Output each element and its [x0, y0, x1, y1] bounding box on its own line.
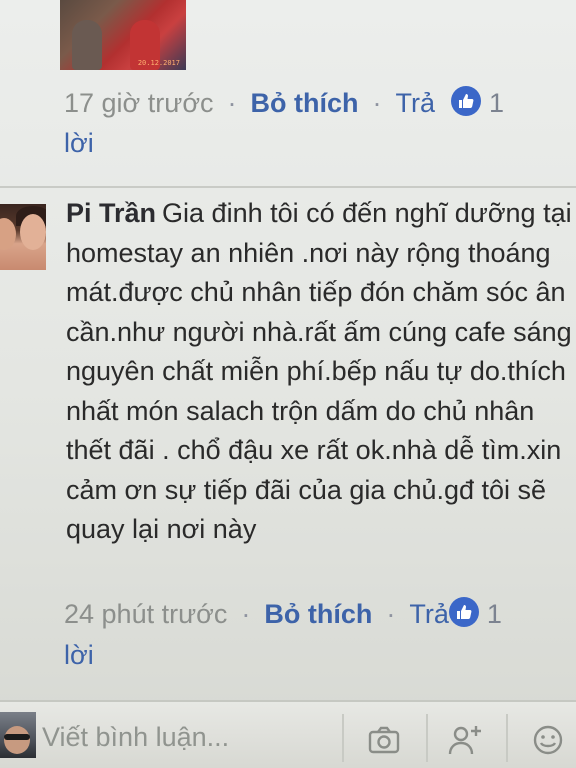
reply-button-wrap[interactable]: lời [64, 128, 94, 159]
unlike-button[interactable]: Bỏ thích [264, 599, 372, 629]
reply-button-wrap[interactable]: lời [64, 640, 94, 671]
smiley-icon[interactable] [530, 722, 566, 758]
avatar-face [0, 218, 16, 250]
avatar-glasses [4, 734, 30, 740]
comment-author[interactable]: Pi Trần [66, 198, 156, 228]
comment-composer: Viết bình luận... [0, 700, 576, 768]
separator-dot: · [227, 88, 237, 118]
comment-timestamp: 17 giờ trước [64, 88, 214, 118]
comment-input[interactable]: Viết bình luận... [42, 722, 229, 753]
photo-date-stamp: 20.12.2017 [137, 59, 180, 67]
like-thumb-icon [451, 86, 482, 116]
comment-text: Gia đinh tôi có đến nghĩ dưỡng tại homes… [66, 198, 572, 544]
comment-body: Pi Trần Gia đinh tôi có đến nghĩ dưỡng tạ… [66, 194, 574, 550]
separator-dot: · [241, 599, 251, 629]
reply-button[interactable]: Trả [396, 88, 436, 118]
previous-comment-photo[interactable]: 20.12.2017 [60, 0, 186, 70]
google-plus-icon[interactable] [448, 722, 484, 758]
avatar-face [4, 726, 30, 754]
unlike-button[interactable]: Bỏ thích [251, 88, 359, 118]
toolbar-separator [506, 714, 508, 762]
comment-meta: 24 phút trước · Bỏ thích · Trả 1 [64, 597, 502, 630]
photo-figure [72, 20, 102, 70]
previous-comment-meta: 17 giờ trước · Bỏ thích · Trả 1 [64, 86, 504, 119]
comment-timestamp: 24 phút trước [64, 599, 228, 629]
comment-divider [0, 186, 576, 188]
commenter-avatar[interactable] [0, 204, 46, 270]
toolbar-separator [426, 714, 428, 762]
reply-button[interactable]: Trả [409, 599, 449, 629]
camera-icon[interactable] [366, 722, 402, 758]
like-count[interactable]: 1 [487, 599, 502, 629]
toolbar-separator [342, 714, 344, 762]
like-count[interactable]: 1 [489, 88, 504, 118]
user-avatar [0, 712, 36, 758]
separator-dot: · [386, 599, 396, 629]
avatar-face [20, 214, 46, 250]
separator-dot: · [372, 88, 382, 118]
like-thumb-icon [448, 597, 479, 627]
